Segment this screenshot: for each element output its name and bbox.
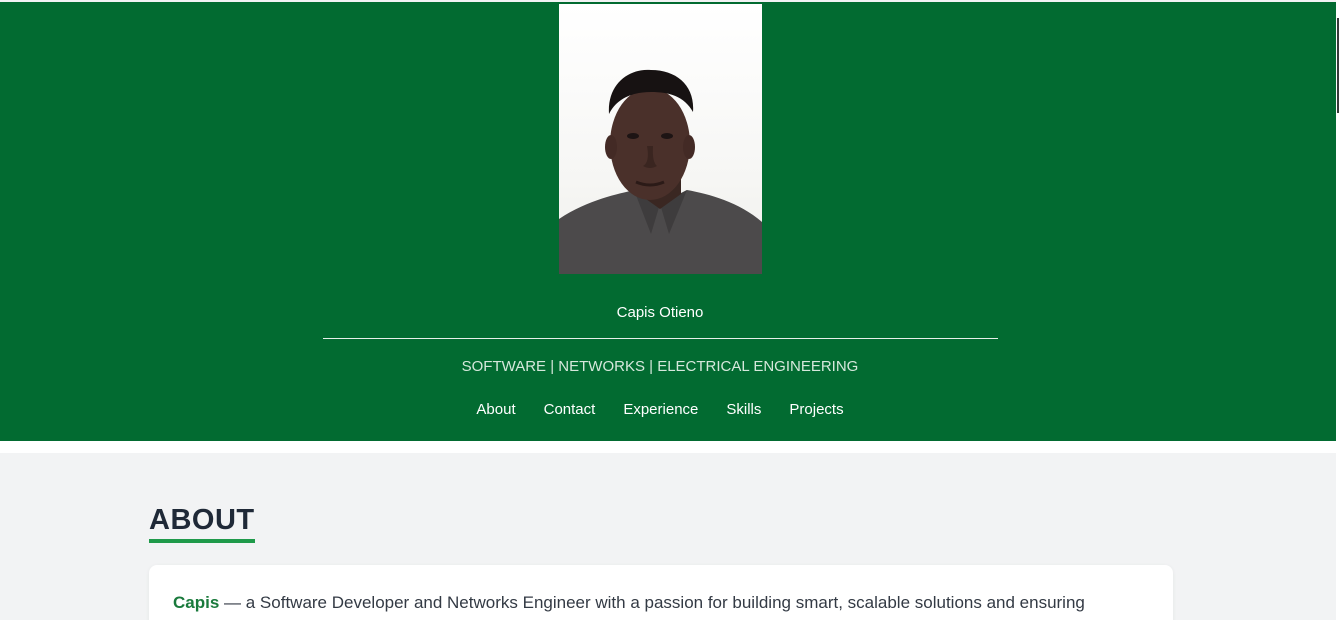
main-nav: About Contact Experience Skills Projects bbox=[0, 401, 1320, 418]
about-heading: ABOUT bbox=[149, 502, 255, 543]
about-highlight: Capis bbox=[173, 593, 220, 612]
header-divider bbox=[323, 338, 998, 339]
nav-link-about[interactable]: About bbox=[476, 401, 515, 418]
profile-header: Capis Otieno SOFTWARE | NETWORKS | ELECT… bbox=[0, 2, 1336, 441]
nav-link-contact[interactable]: Contact bbox=[544, 401, 596, 418]
scrollbar-thumb[interactable] bbox=[1337, 18, 1339, 113]
nav-link-experience[interactable]: Experience bbox=[623, 401, 698, 418]
profile-name: Capis Otieno bbox=[616, 304, 704, 321]
about-card: Capis — a Software Developer and Network… bbox=[149, 565, 1173, 620]
nav-link-skills[interactable]: Skills bbox=[726, 401, 761, 418]
profile-tagline: SOFTWARE | NETWORKS | ELECTRICAL ENGINEE… bbox=[461, 358, 859, 375]
about-body: — a Software Developer and Networks Engi… bbox=[219, 593, 1085, 612]
profile-photo bbox=[559, 4, 762, 274]
header-separator bbox=[0, 441, 1336, 453]
page: Capis Otieno SOFTWARE | NETWORKS | ELECT… bbox=[0, 0, 1340, 620]
about-text: Capis — a Software Developer and Network… bbox=[173, 593, 1163, 613]
nav-link-projects[interactable]: Projects bbox=[789, 401, 843, 418]
